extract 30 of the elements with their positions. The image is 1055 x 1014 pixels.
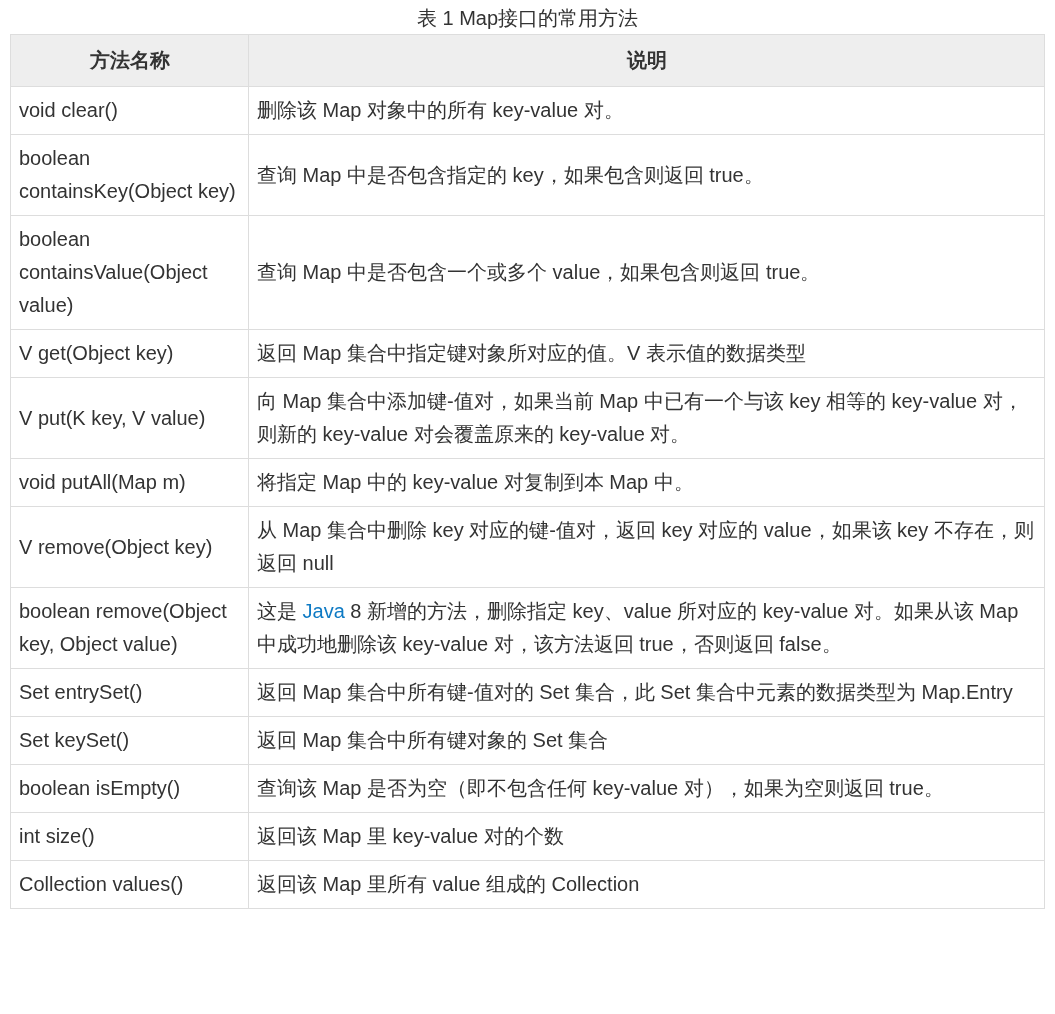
table-cell: 从 Map 集合中删除 key 对应的键-值对，返回 key 对应的 value，如果该 key 不存在，则返回 null <box>248 506 1045 588</box>
table-cell: 返回该 Map 里所有 value 组成的 Collection <box>248 860 1045 909</box>
table-cell: 查询 Map 中是否包含一个或多个 value，如果包含则返回 true。 <box>248 215 1045 330</box>
link[interactable]: Java <box>302 600 345 622</box>
table-cell: 这是 Java 8 新增的方法，删除指定 key、value 所对应的 key-value 对。如果从该 Map 中成功地删除该 key-value 对，该方法返回 true，否则返回 false。 <box>248 587 1045 669</box>
table-cell: V get(Object key) <box>10 329 249 378</box>
table-cell: V put(K key, V value) <box>10 377 249 459</box>
column-header: 说明 <box>248 34 1045 87</box>
table-cell: 删除该 Map 对象中的所有 key-value 对。 <box>248 86 1045 135</box>
table-cell: boolean remove(Object key, Object value) <box>10 587 249 669</box>
table-cell: 查询 Map 中是否包含指定的 key，如果包含则返回 true。 <box>248 134 1045 216</box>
table-cell: 返回 Map 集合中指定键对象所对应的值。V 表示值的数据类型 <box>248 329 1045 378</box>
table-caption: 表 1 Map接口的常用方法 <box>416 6 639 31</box>
table-cell: void putAll(Map m) <box>10 458 249 507</box>
table-cell: void clear() <box>10 86 249 135</box>
table-cell: 返回 Map 集合中所有键对象的 Set 集合 <box>248 716 1045 765</box>
table-cell: 返回 Map 集合中所有键-值对的 Set 集合，此 Set 集合中元素的数据类型为 Map.Entry <box>248 668 1045 717</box>
table-cell: 将指定 Map 中的 key-value 对复制到本 Map 中。 <box>248 458 1045 507</box>
table-cell: Set keySet() <box>10 716 249 765</box>
table-cell: V remove(Object key) <box>10 506 249 588</box>
table-cell: boolean containsValue(Object value) <box>10 215 249 330</box>
table-cell: Set entrySet() <box>10 668 249 717</box>
table-cell: boolean containsKey(Object key) <box>10 134 249 216</box>
table-cell: 返回该 Map 里 key-value 对的个数 <box>248 812 1045 861</box>
column-header: 方法名称 <box>10 34 249 87</box>
table-cell: Collection values() <box>10 860 249 909</box>
table-cell: 向 Map 集合中添加键-值对，如果当前 Map 中已有一个与该 key 相等的 key-value 对，则新的 key-value 对会覆盖原来的 key-value 对。 <box>248 377 1045 459</box>
table-cell: boolean isEmpty() <box>10 764 249 813</box>
table-cell: int size() <box>10 812 249 861</box>
table-cell: 查询该 Map 是否为空（即不包含任何 key-value 对），如果为空则返回 true。 <box>248 764 1045 813</box>
